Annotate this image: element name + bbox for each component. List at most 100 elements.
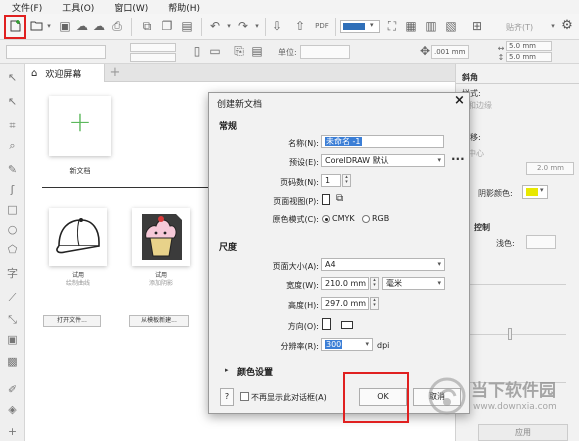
menu-tools[interactable]: 工具(O) [62, 1, 94, 14]
landscape-icon[interactable]: ▭ [208, 44, 222, 58]
guidelines-icon[interactable]: ▧ [444, 19, 458, 33]
multi-page-view-icon[interactable]: ⧉ [336, 193, 343, 204]
help-button[interactable]: ? [220, 388, 234, 406]
sharpness-slider-thumb[interactable] [508, 328, 512, 340]
light-color-picker[interactable] [526, 235, 556, 249]
save-icon[interactable]: ▣ [58, 19, 72, 33]
shadow-color-picker[interactable]: ▾ [522, 185, 548, 199]
landscape-orientation-icon[interactable] [341, 321, 353, 329]
name-field[interactable]: 未命名 -1 [321, 135, 444, 148]
cloud-download-icon[interactable]: ☁ [92, 19, 106, 33]
docker-title: 斜角 [462, 73, 478, 82]
snap-icon[interactable]: ⊞ [470, 19, 484, 33]
connector-tool-icon[interactable]: ⤡ [5, 312, 20, 327]
resolution-select[interactable]: 300 ▾ [321, 338, 373, 351]
gear-icon[interactable]: ⚙ [560, 19, 574, 33]
portrait-orientation-icon[interactable] [322, 318, 331, 330]
current-page-icon[interactable]: ▤ [250, 44, 264, 58]
eyedropper-tool-icon[interactable]: ✐ [5, 382, 20, 397]
fill-tool-icon[interactable]: ◈ [5, 402, 20, 417]
export-icon[interactable]: ⇧ [293, 19, 307, 33]
menu-bar: 文件(F) 工具(O) 窗口(W) 帮助(H) [0, 0, 579, 14]
pages-spinner-icon[interactable]: ▴ ▾ [342, 174, 351, 187]
copy-icon[interactable]: ❐ [160, 19, 174, 33]
paste-icon[interactable]: ▤ [180, 19, 194, 33]
dont-show-checkbox[interactable] [240, 392, 249, 401]
duplicate-x-field[interactable]: 5.0 mm [506, 41, 552, 51]
bevel-distance-field[interactable]: 2.0 mm [526, 162, 574, 175]
snap-dropdown-icon[interactable]: ▾ [546, 19, 560, 33]
cloud-upload-icon[interactable]: ☁ [75, 19, 89, 33]
polygon-tool-icon[interactable]: ⬠ [5, 242, 20, 257]
print-icon[interactable]: ⎙ [110, 19, 124, 33]
add-tab-icon[interactable]: + [109, 66, 121, 79]
tab-welcome-screen[interactable]: ⌂ 欢迎屏幕 [25, 64, 105, 82]
open-dropdown-icon[interactable]: ▾ [42, 19, 56, 33]
new-document-card[interactable]: + [49, 96, 111, 156]
apply-button[interactable]: 应用 [478, 424, 568, 441]
page-size-select[interactable]: A4 ▾ [321, 258, 445, 271]
menu-window[interactable]: 窗口(W) [114, 1, 148, 14]
cut-icon[interactable]: ⧉ [140, 19, 154, 33]
page-size-select[interactable] [6, 45, 106, 59]
grid-icon[interactable]: ▥ [424, 19, 438, 33]
rgb-radio[interactable] [362, 215, 370, 223]
preset-select[interactable]: CorelDRAW 默认 ▾ [321, 154, 445, 167]
sharpness-slider-track[interactable] [466, 334, 566, 335]
import-icon[interactable]: ⇩ [270, 19, 284, 33]
section-color-settings[interactable]: 颜色设置 [237, 365, 273, 378]
template-card-cupcake[interactable] [132, 208, 190, 266]
pdf-icon[interactable]: PDF [315, 19, 329, 33]
open-file-button[interactable]: 打开文件... [43, 315, 101, 327]
duplicate-y-field[interactable]: 5.0 mm [506, 52, 552, 62]
crop-tool-icon[interactable]: ⌗ [5, 118, 20, 133]
close-icon[interactable]: × [454, 93, 465, 108]
height-spinner-icon[interactable]: ▴ ▾ [370, 297, 379, 310]
menu-help[interactable]: 帮助(H) [168, 1, 200, 14]
all-pages-icon[interactable]: ⎘ [232, 44, 246, 58]
redo-icon[interactable]: ↷ [236, 19, 250, 33]
shadow-color-label: 阴影颜色: [478, 189, 513, 198]
zoom-level-select[interactable]: ▾ [340, 20, 380, 33]
full-screen-icon[interactable]: ⛶ [385, 19, 399, 33]
plus-icon: + [68, 105, 92, 138]
redo-dropdown-icon[interactable]: ▾ [250, 19, 264, 33]
artistic-media-tool-icon[interactable]: ʃ [5, 182, 20, 197]
collapse-arrow-icon[interactable]: ▸ [225, 366, 229, 374]
nudge-distance-field[interactable]: .001 mm [431, 45, 469, 59]
page-width-field[interactable] [130, 43, 176, 52]
more-options-icon[interactable]: ··· [451, 152, 465, 166]
unit-select[interactable]: 毫米 ▾ [382, 277, 445, 290]
intensity-slider-track[interactable] [466, 284, 566, 285]
rectangle-tool-icon[interactable]: □ [5, 202, 20, 217]
rulers-icon[interactable]: ▦ [404, 19, 418, 33]
pick-tool-icon[interactable]: ↖ [5, 70, 20, 85]
width-field[interactable]: 210.0 mm [321, 277, 369, 290]
new-from-template-button[interactable]: 从模板新建... [129, 315, 189, 327]
page-height-field[interactable] [130, 53, 176, 62]
pages-field[interactable]: 1 [321, 174, 341, 187]
snap-to-label[interactable]: 贴齐(T) [506, 22, 533, 33]
add-tool-icon[interactable]: + [5, 424, 20, 439]
height-field[interactable]: 297.0 mm [321, 297, 369, 310]
undo-dropdown-icon[interactable]: ▾ [222, 19, 236, 33]
freehand-tool-icon[interactable]: ✎ [5, 162, 20, 177]
shadow-tool-icon[interactable]: ▣ [5, 332, 20, 347]
width-spinner-icon[interactable]: ▴ ▾ [370, 277, 379, 290]
menu-file[interactable]: 文件(F) [12, 1, 42, 14]
cmyk-radio[interactable] [322, 215, 330, 223]
preset-label: 预设(E): [289, 158, 319, 167]
dimension-tool-icon[interactable]: ⟋ [5, 290, 20, 305]
template-card-cap[interactable] [49, 208, 107, 266]
units-select[interactable] [300, 45, 350, 59]
single-page-view-icon[interactable] [322, 194, 330, 205]
shape-tool-icon[interactable]: ↖ [5, 94, 20, 109]
undo-icon[interactable]: ↶ [208, 19, 222, 33]
chevron-down-icon: ▾ [365, 340, 369, 348]
toolbar-divider [335, 18, 336, 36]
ellipse-tool-icon[interactable]: ○ [5, 222, 20, 237]
portrait-icon[interactable]: ▯ [190, 44, 204, 58]
zoom-tool-icon[interactable]: ⌕ [5, 138, 20, 153]
transparency-tool-icon[interactable]: ▩ [5, 354, 20, 369]
text-tool-icon[interactable]: 字 [5, 266, 20, 281]
